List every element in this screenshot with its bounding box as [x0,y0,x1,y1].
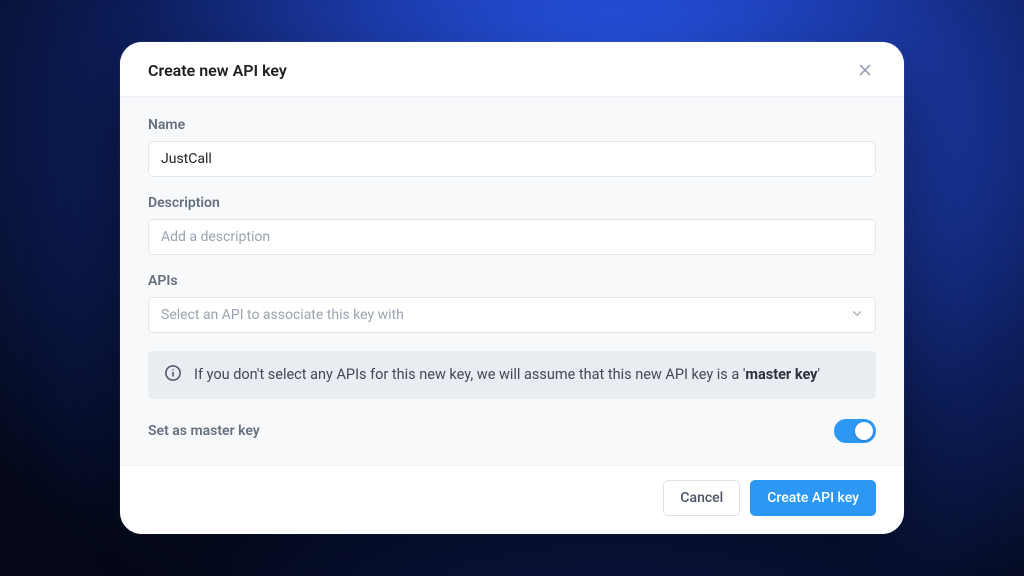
info-banner: If you don't select any APIs for this ne… [148,351,876,399]
info-bold: master key [745,366,817,383]
info-text: If you don't select any APIs for this ne… [194,364,820,385]
name-input[interactable] [148,141,876,177]
apis-select[interactable]: Select an API to associate this key with [148,297,876,333]
description-label: Description [148,195,876,211]
apis-select-wrap: Select an API to associate this key with [148,297,876,333]
modal-title: Create new API key [148,61,287,80]
toggle-knob [855,422,873,440]
modal-header: Create new API key [120,42,904,97]
master-key-row: Set as master key [148,419,876,461]
info-icon [164,364,182,386]
apis-label: APIs [148,273,876,289]
info-suffix: ' [817,366,820,383]
close-icon[interactable] [854,59,876,81]
create-api-key-modal: Create new API key Name Description APIs… [120,42,904,534]
create-api-key-button[interactable]: Create API key [750,480,876,516]
master-key-toggle[interactable] [834,419,876,443]
description-input[interactable] [148,219,876,255]
modal-footer: Cancel Create API key [120,465,904,534]
modal-body: Name Description APIs Select an API to a… [120,97,904,465]
info-prefix: If you don't select any APIs for this ne… [194,366,745,383]
apis-group: APIs Select an API to associate this key… [148,273,876,333]
name-label: Name [148,117,876,133]
name-group: Name [148,117,876,177]
master-key-label: Set as master key [148,423,260,439]
cancel-button[interactable]: Cancel [663,480,740,516]
description-group: Description [148,195,876,255]
